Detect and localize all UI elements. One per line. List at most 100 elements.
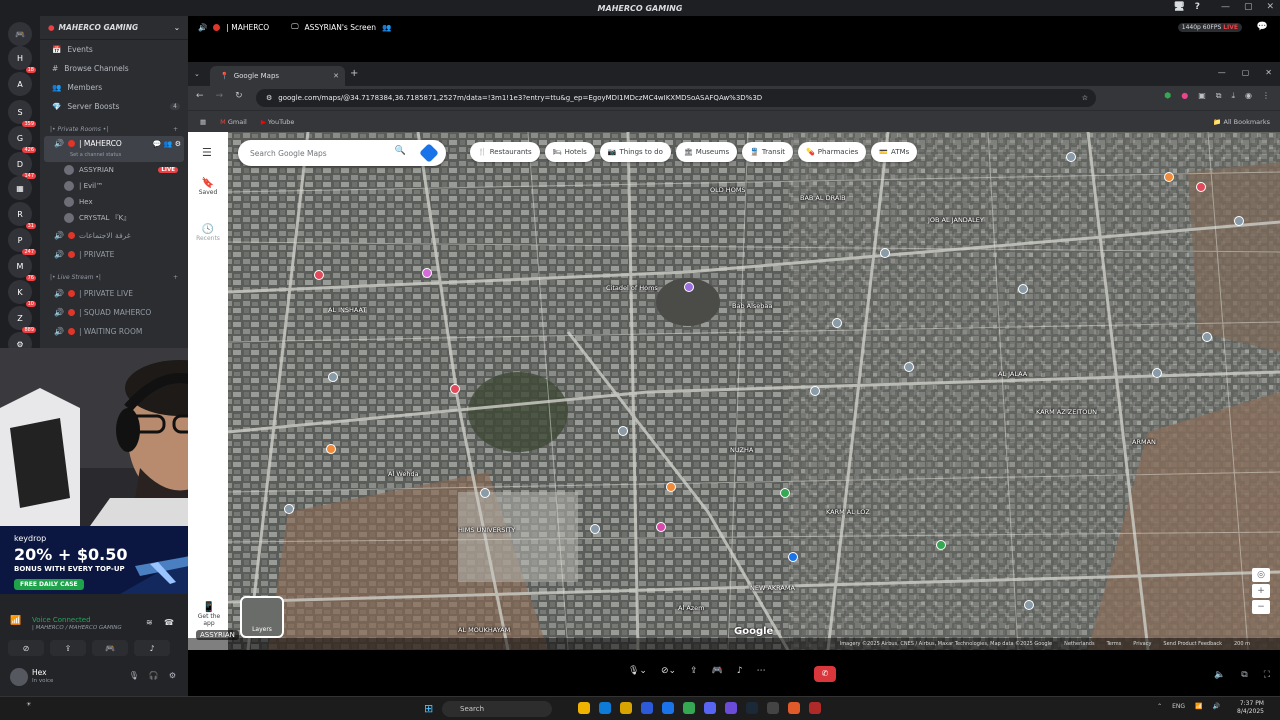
server-icon[interactable]: K 10 (8, 280, 36, 307)
bookmark-youtube[interactable]: ▶ YouTube (261, 118, 295, 126)
place-pin-icon[interactable] (1202, 332, 1212, 342)
server-icon[interactable]: H 18 (8, 46, 36, 73)
directions-icon[interactable] (419, 143, 439, 163)
extension-box-icon[interactable]: ▣ (1198, 91, 1206, 101)
place-pin-icon[interactable] (1152, 368, 1162, 378)
help-icon[interactable]: ? (1195, 2, 1200, 12)
screen-share-button[interactable]: ⇪ (50, 640, 86, 656)
profile-avatar-icon[interactable]: ◉ (1245, 91, 1252, 101)
hospital-pin-icon[interactable] (450, 384, 460, 394)
map-place-label[interactable]: JOB AL JANDALEY (928, 216, 984, 224)
map-place-label[interactable]: AL JALAA (998, 370, 1027, 378)
chat-toggle-icon[interactable]: 💬 (1257, 22, 1268, 32)
voice-user[interactable]: Hex (40, 194, 188, 210)
park-pin-icon[interactable] (780, 488, 790, 498)
map-place-label[interactable]: AL INSHAAT (328, 306, 366, 314)
zoom-in-button[interactable]: + (1252, 584, 1270, 598)
maps-viewport[interactable]: BAB AL DRAIB OLD HOMS AL INSHAAT Citadel of… (188, 132, 1280, 650)
map-place-label[interactable]: ARMAN (1132, 438, 1156, 446)
screen-share-icon[interactable]: ⇪ (690, 666, 698, 676)
map-place-label[interactable]: Citadel of Homs (606, 284, 658, 292)
map-place-label[interactable]: AL MOUKHAYAM (458, 626, 510, 634)
voice-channel-item[interactable]: 🔊 | SQUAD MAHERCO (40, 303, 188, 322)
all-bookmarks-button[interactable]: 📁 All Bookmarks (1213, 118, 1270, 126)
chrome-icon[interactable] (683, 702, 695, 714)
server-icon[interactable]: S 359 (8, 100, 36, 127)
get-app-button[interactable]: 📱 Get the app (194, 602, 224, 627)
bookmark-star-icon[interactable]: ☆ (1082, 94, 1088, 102)
camera-off-button[interactable]: ⊘ (8, 640, 44, 656)
new-tab-button[interactable]: + (350, 68, 358, 79)
maximize-icon[interactable]: ▢ (1242, 68, 1250, 77)
obs-icon[interactable] (767, 702, 779, 714)
channel-maherco[interactable]: 🔊 | MAHERCO 💬 👥 ⚙ Set a channel status (44, 136, 184, 162)
shopping-pin-icon[interactable] (656, 522, 666, 532)
place-pin-icon[interactable] (480, 488, 490, 498)
channel-status[interactable]: Set a channel status (54, 152, 184, 158)
menu-item-browse-channels[interactable]: # Browse Channels (40, 59, 188, 78)
search-icon[interactable]: 🔍 (395, 146, 406, 156)
teams-icon[interactable] (725, 702, 737, 714)
server-icon[interactable]: ▦ (8, 176, 32, 200)
category-private-rooms[interactable]: |• Private Rooms •| + (40, 122, 188, 136)
tray-chevron-icon[interactable]: ⌃ (1157, 703, 1162, 710)
disconnect-icon[interactable]: ☎ (164, 618, 174, 627)
language-indicator[interactable]: ENG (1172, 703, 1185, 710)
ad-cta-button[interactable]: FREE DAILY CASE (14, 579, 84, 590)
maps-search-box[interactable]: Search Google Maps 🔍 (238, 140, 446, 166)
menu-kebab-icon[interactable]: ⋮ (1262, 91, 1270, 101)
place-pin-icon[interactable] (880, 248, 890, 258)
minimize-icon[interactable]: — (1218, 68, 1226, 77)
minimize-icon[interactable]: — (1221, 2, 1230, 12)
app-icon[interactable] (788, 702, 800, 714)
apps-grid-icon[interactable]: ▦ (200, 118, 206, 126)
guild-header[interactable]: ● MAHERCO GAMING ⌄ (40, 16, 188, 40)
server-icon[interactable]: P 247 (8, 228, 36, 255)
activity-button[interactable]: 🎮 (92, 640, 128, 656)
layers-button[interactable]: Layers (240, 596, 284, 638)
map-place-label[interactable]: KARM AZ ZEITOUN (1036, 408, 1097, 416)
popout-icon[interactable]: ⧉ (1241, 670, 1247, 680)
map-place-label[interactable]: Al Azem (678, 604, 705, 612)
soundboard-button[interactable]: ♪ (134, 640, 170, 656)
satellite-map[interactable] (188, 132, 1280, 650)
volume-icon[interactable]: 🔈 (1214, 670, 1225, 680)
hospital-pin-icon[interactable] (1196, 182, 1206, 192)
place-pin-icon[interactable] (328, 372, 338, 382)
taskbar-search[interactable]: Search (442, 701, 552, 717)
map-place-label[interactable]: NEW AKRAMA (750, 584, 795, 592)
tab-google-maps[interactable]: 📍 Google Maps ✕ (210, 66, 345, 86)
wifi-icon[interactable]: 📶 (1195, 703, 1202, 710)
steam-icon[interactable] (746, 702, 758, 714)
place-pin-icon[interactable] (904, 362, 914, 372)
soundboard-icon[interactable]: ♪ (737, 666, 743, 676)
settings-gear-icon[interactable]: ⚙ (169, 671, 176, 680)
map-place-label[interactable]: OLD HOMS (710, 186, 746, 194)
server-icon[interactable]: R 31 (8, 202, 36, 229)
site-info-icon[interactable]: ⚙ (266, 94, 272, 102)
chip-restaurants[interactable]: 🍴 Restaurants (470, 142, 540, 162)
place-pin-icon[interactable] (832, 318, 842, 328)
hospital-pin-icon[interactable] (314, 270, 324, 280)
menu-item-members[interactable]: 👥 Members (40, 78, 188, 97)
server-icon[interactable]: D 147 (8, 152, 36, 179)
forward-icon[interactable]: → (216, 91, 224, 101)
feedback-link[interactable]: Send Product Feedback (1163, 641, 1222, 647)
fullscreen-icon[interactable]: ⛶ (1264, 670, 1270, 680)
menu-item-events[interactable]: 📅 Events (40, 40, 188, 59)
restaurant-pin-icon[interactable] (666, 482, 676, 492)
voice-user[interactable]: ASSYRIAN LIVE (40, 162, 188, 178)
saved-button[interactable]: 🔖 Saved (188, 178, 228, 196)
terms-link[interactable]: Terms (1107, 641, 1122, 647)
tab-search-icon[interactable]: ⌄ (194, 70, 200, 78)
headphones-icon[interactable]: 🎧 (149, 671, 159, 680)
map-place-label[interactable]: KARM AL LOZ (826, 508, 870, 516)
windows-start-icon[interactable]: ⊞ (424, 702, 433, 715)
server-icon[interactable]: M 76 (8, 254, 36, 281)
store-icon[interactable] (641, 702, 653, 714)
map-place-label[interactable]: HIMS UNIVERSITY (458, 526, 515, 534)
transit-pin-icon[interactable] (788, 552, 798, 562)
plus-icon[interactable]: + (173, 274, 178, 281)
chip-museums[interactable]: 🏛 Museums (675, 142, 738, 162)
map-place-label[interactable]: NUZHA (730, 446, 753, 454)
